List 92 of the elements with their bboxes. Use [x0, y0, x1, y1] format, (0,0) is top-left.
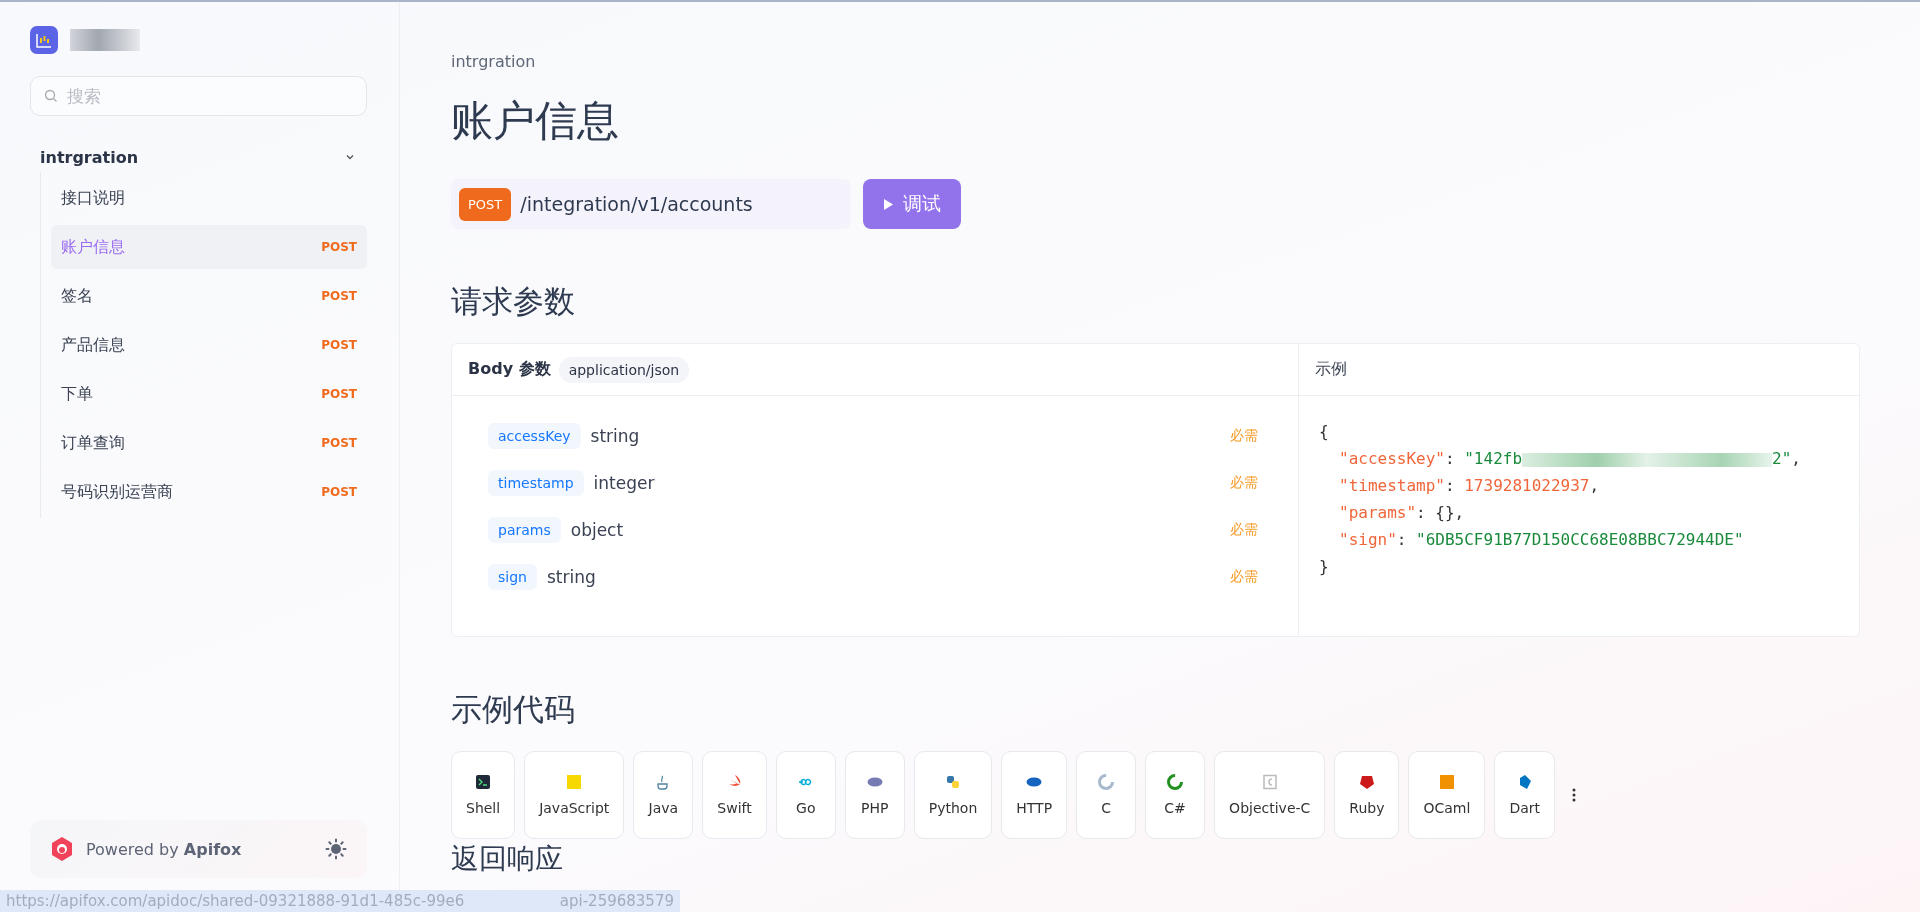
language-tile[interactable]: Python [913, 751, 993, 839]
method-badge: POST [459, 187, 512, 221]
language-tile[interactable]: Dart [1494, 751, 1555, 839]
param-name: timestamp [488, 470, 584, 496]
language-tile[interactable]: C# [1145, 751, 1206, 839]
language-tile[interactable]: HTTP [1001, 751, 1068, 839]
language-label: Go [796, 800, 816, 816]
page-title: 账户信息 [451, 95, 620, 147]
hexagon-logo-icon [50, 836, 74, 862]
sidebar-item[interactable]: 订单查询 POST [51, 421, 367, 465]
language-tile[interactable]: Go [775, 751, 836, 839]
example-title: 示例 [1315, 359, 1347, 380]
language-label: OCaml [1423, 800, 1471, 816]
required-label: 必需 [1230, 521, 1258, 539]
sidebar-item[interactable]: 签名 POST [51, 274, 367, 318]
content-type-tag: application/json [558, 356, 690, 383]
language-tile[interactable]: Java [633, 751, 694, 839]
param-type: string [590, 426, 641, 446]
item-label: 账户信息 [61, 236, 125, 258]
language-label: Objective-C [1229, 800, 1311, 816]
language-label: C# [1164, 800, 1186, 816]
item-label: 号码识别运营商 [61, 481, 173, 503]
language-tile[interactable]: Shell [451, 751, 516, 839]
param-name: accessKey [488, 423, 581, 449]
terminal-icon [475, 774, 492, 790]
method-tag: POST [321, 338, 357, 352]
language-label: PHP [861, 800, 889, 816]
language-tile[interactable]: JavaScript [524, 751, 625, 839]
language-tile[interactable]: OCaml [1408, 751, 1486, 839]
app-logo-icon [30, 26, 58, 54]
language-label: Swift [717, 800, 752, 816]
section-heading: 请求参数 [451, 282, 576, 321]
debug-button[interactable]: 调试 [863, 179, 961, 229]
param-name: sign [488, 564, 537, 590]
endpoint-path: /integration/v1/accounts [520, 193, 753, 215]
item-label: 产品信息 [61, 334, 125, 356]
link-url: api-259683579 [559, 892, 674, 910]
param-type: integer [593, 473, 656, 493]
folder-header[interactable]: intrgration [30, 142, 367, 172]
chevron-icon [345, 152, 355, 162]
language-label: JavaScript [539, 800, 610, 816]
sidebar-item[interactable]: 产品信息 POST [51, 323, 367, 367]
search-icon [44, 89, 58, 103]
param-type: object [570, 520, 625, 540]
code-line: "timestamp": 1739281022937, [1338, 475, 1601, 497]
more-icon[interactable] [1572, 788, 1576, 802]
method-tag: POST [321, 289, 357, 303]
gem-icon [1358, 774, 1375, 790]
item-label: 签名 [61, 285, 93, 307]
required-label: 必需 [1230, 427, 1258, 445]
language-tile[interactable]: Swift [702, 751, 767, 839]
powered-by-text: Powered by Apifox [86, 839, 243, 859]
method-tag: POST [321, 485, 357, 499]
param-type: string [546, 567, 597, 587]
item-label: 接口说明 [61, 187, 125, 209]
sun-icon[interactable] [325, 838, 347, 860]
sidebar-item[interactable]: 下单 POST [51, 372, 367, 416]
method-tag: POST [321, 240, 357, 254]
search-field[interactable]: 搜索 [30, 76, 367, 116]
language-label: Dart [1509, 800, 1540, 816]
section-heading: 返回响应 [451, 843, 564, 876]
item-label: 订单查询 [61, 432, 125, 454]
language-label: Java [648, 800, 679, 816]
code-line: "sign": "6DB5CF91B77D150CC68E08BBC72944DE" [1338, 529, 1745, 551]
language-label: Python [928, 800, 978, 816]
play-icon [883, 197, 894, 211]
required-label: 必需 [1230, 568, 1258, 586]
breadcrumb: intrgration [451, 52, 537, 71]
code-line: "accessKey": "142fb 2", [1338, 448, 1802, 470]
language-label: C [1101, 800, 1111, 816]
language-tile[interactable]: Objective-C [1214, 751, 1326, 839]
language-tile[interactable]: Ruby [1334, 751, 1400, 839]
sidebar-item[interactable]: 号码识别运营商 POST [51, 470, 367, 514]
section-heading: 示例代码 [451, 690, 576, 729]
link-url: https://apifox.com/apidoc/shared-09321888-91d1-485c-99e6 [6, 892, 465, 910]
param-name: params [488, 517, 561, 543]
required-label: 必需 [1230, 474, 1258, 492]
language-tile[interactable]: PHP [844, 751, 905, 839]
language-label: Ruby [1349, 800, 1385, 816]
redacted-name [70, 29, 140, 51]
code-line: { [1319, 421, 1330, 443]
sidebar-item[interactable]: 接口说明 [51, 176, 367, 220]
body-label: Body 参数 [468, 359, 551, 380]
language-label: HTTP [1016, 800, 1053, 816]
method-tag: POST [321, 436, 357, 450]
code-line: "params": {}, [1338, 502, 1466, 524]
code-line: } [1319, 556, 1330, 578]
snake-icon [945, 774, 961, 790]
item-label: 下单 [61, 383, 93, 405]
method-tag: POST [321, 387, 357, 401]
language-label: Shell [466, 800, 501, 816]
language-tile[interactable]: C [1076, 751, 1137, 839]
